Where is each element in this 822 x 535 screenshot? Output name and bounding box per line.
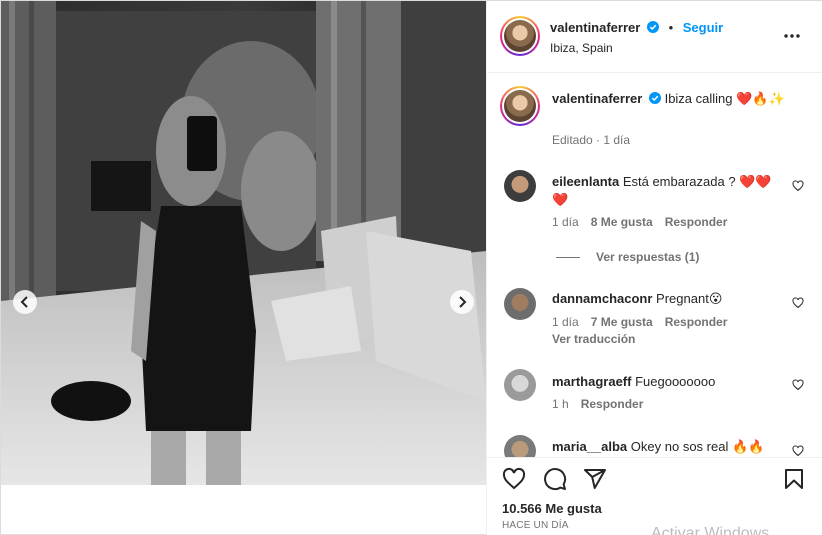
chevron-right-icon xyxy=(459,296,467,308)
author-username[interactable]: valentinaferrer xyxy=(550,20,640,35)
chevron-left-icon xyxy=(20,296,28,308)
heart-icon[interactable] xyxy=(792,297,804,309)
verified-icon xyxy=(648,92,661,104)
reply-button[interactable]: Responder xyxy=(581,397,644,411)
comment-text: Okey no sos real xyxy=(630,439,729,454)
caption-avatar[interactable] xyxy=(500,86,540,126)
post-header: valentinaferrer • Seguir Ibiza, Spain xyxy=(487,1,822,73)
like-heart-icon[interactable] xyxy=(502,467,526,491)
reply-button[interactable]: Responder xyxy=(665,215,728,229)
photo-bedroom-mirror-selfie xyxy=(1,1,486,485)
comment-username[interactable]: maria__alba xyxy=(552,439,627,454)
more-icon[interactable] xyxy=(783,33,801,39)
verified-icon xyxy=(646,21,659,33)
post-location[interactable]: Ibiza, Spain xyxy=(550,41,613,55)
comment-username[interactable]: marthagraeff xyxy=(552,374,631,389)
action-bar: 10.566 Me gusta HACE UN DÍA Activar Wind… xyxy=(487,457,822,535)
comment-emoji: 🔥🔥 xyxy=(731,439,765,454)
commenter-avatar[interactable] xyxy=(504,170,536,202)
save-icon[interactable] xyxy=(782,467,806,491)
post-dialog: valentinaferrer • Seguir Ibiza, Spain va… xyxy=(0,0,822,535)
comment-text: Pregnant xyxy=(656,291,709,306)
comment-text: Fuegooooooo xyxy=(635,374,716,389)
caption-text: Ibiza calling xyxy=(664,91,733,106)
caption-emoji: ❤️🔥✨ xyxy=(736,91,785,106)
caption-username[interactable]: valentinaferrer xyxy=(552,91,642,106)
see-translation-button[interactable]: Ver traducción xyxy=(552,332,635,346)
previous-image-button[interactable] xyxy=(13,290,37,314)
comment-likes[interactable]: 7 Me gusta xyxy=(591,315,653,329)
comment-likes[interactable]: 8 Me gusta xyxy=(591,215,653,229)
replies-divider xyxy=(556,257,580,258)
next-image-button[interactable] xyxy=(450,290,474,314)
heart-icon[interactable] xyxy=(792,379,804,391)
share-icon[interactable] xyxy=(583,467,607,491)
comment-icon[interactable] xyxy=(543,467,567,491)
commenter-avatar[interactable] xyxy=(504,288,536,320)
heart-icon[interactable] xyxy=(792,445,804,457)
commenter-avatar[interactable] xyxy=(504,369,536,401)
edited-label: Editado · 1 día xyxy=(552,133,631,147)
like-count[interactable]: 10.566 Me gusta xyxy=(502,501,602,516)
comment-emoji: 😮 xyxy=(708,291,723,306)
windows-activation-watermark: Activar Windows xyxy=(651,525,770,535)
comment-age: 1 día xyxy=(552,215,579,229)
post-date: HACE UN DÍA xyxy=(502,520,569,531)
comment-age: 1 día xyxy=(552,315,579,329)
comment-username[interactable]: dannamchaconr xyxy=(552,291,652,306)
post-panel: valentinaferrer • Seguir Ibiza, Spain va… xyxy=(486,1,822,535)
author-avatar[interactable] xyxy=(500,16,540,56)
view-replies-button[interactable]: Ver respuestas (1) xyxy=(596,250,699,264)
comment-text: Está embarazada ? xyxy=(622,174,736,189)
heart-icon[interactable] xyxy=(792,180,804,192)
post-image[interactable] xyxy=(1,1,486,485)
comment-username[interactable]: eileenlanta xyxy=(552,174,619,189)
reply-button[interactable]: Responder xyxy=(665,315,728,329)
comment-age: 1 h xyxy=(552,397,569,411)
follow-button[interactable]: Seguir xyxy=(683,20,723,35)
